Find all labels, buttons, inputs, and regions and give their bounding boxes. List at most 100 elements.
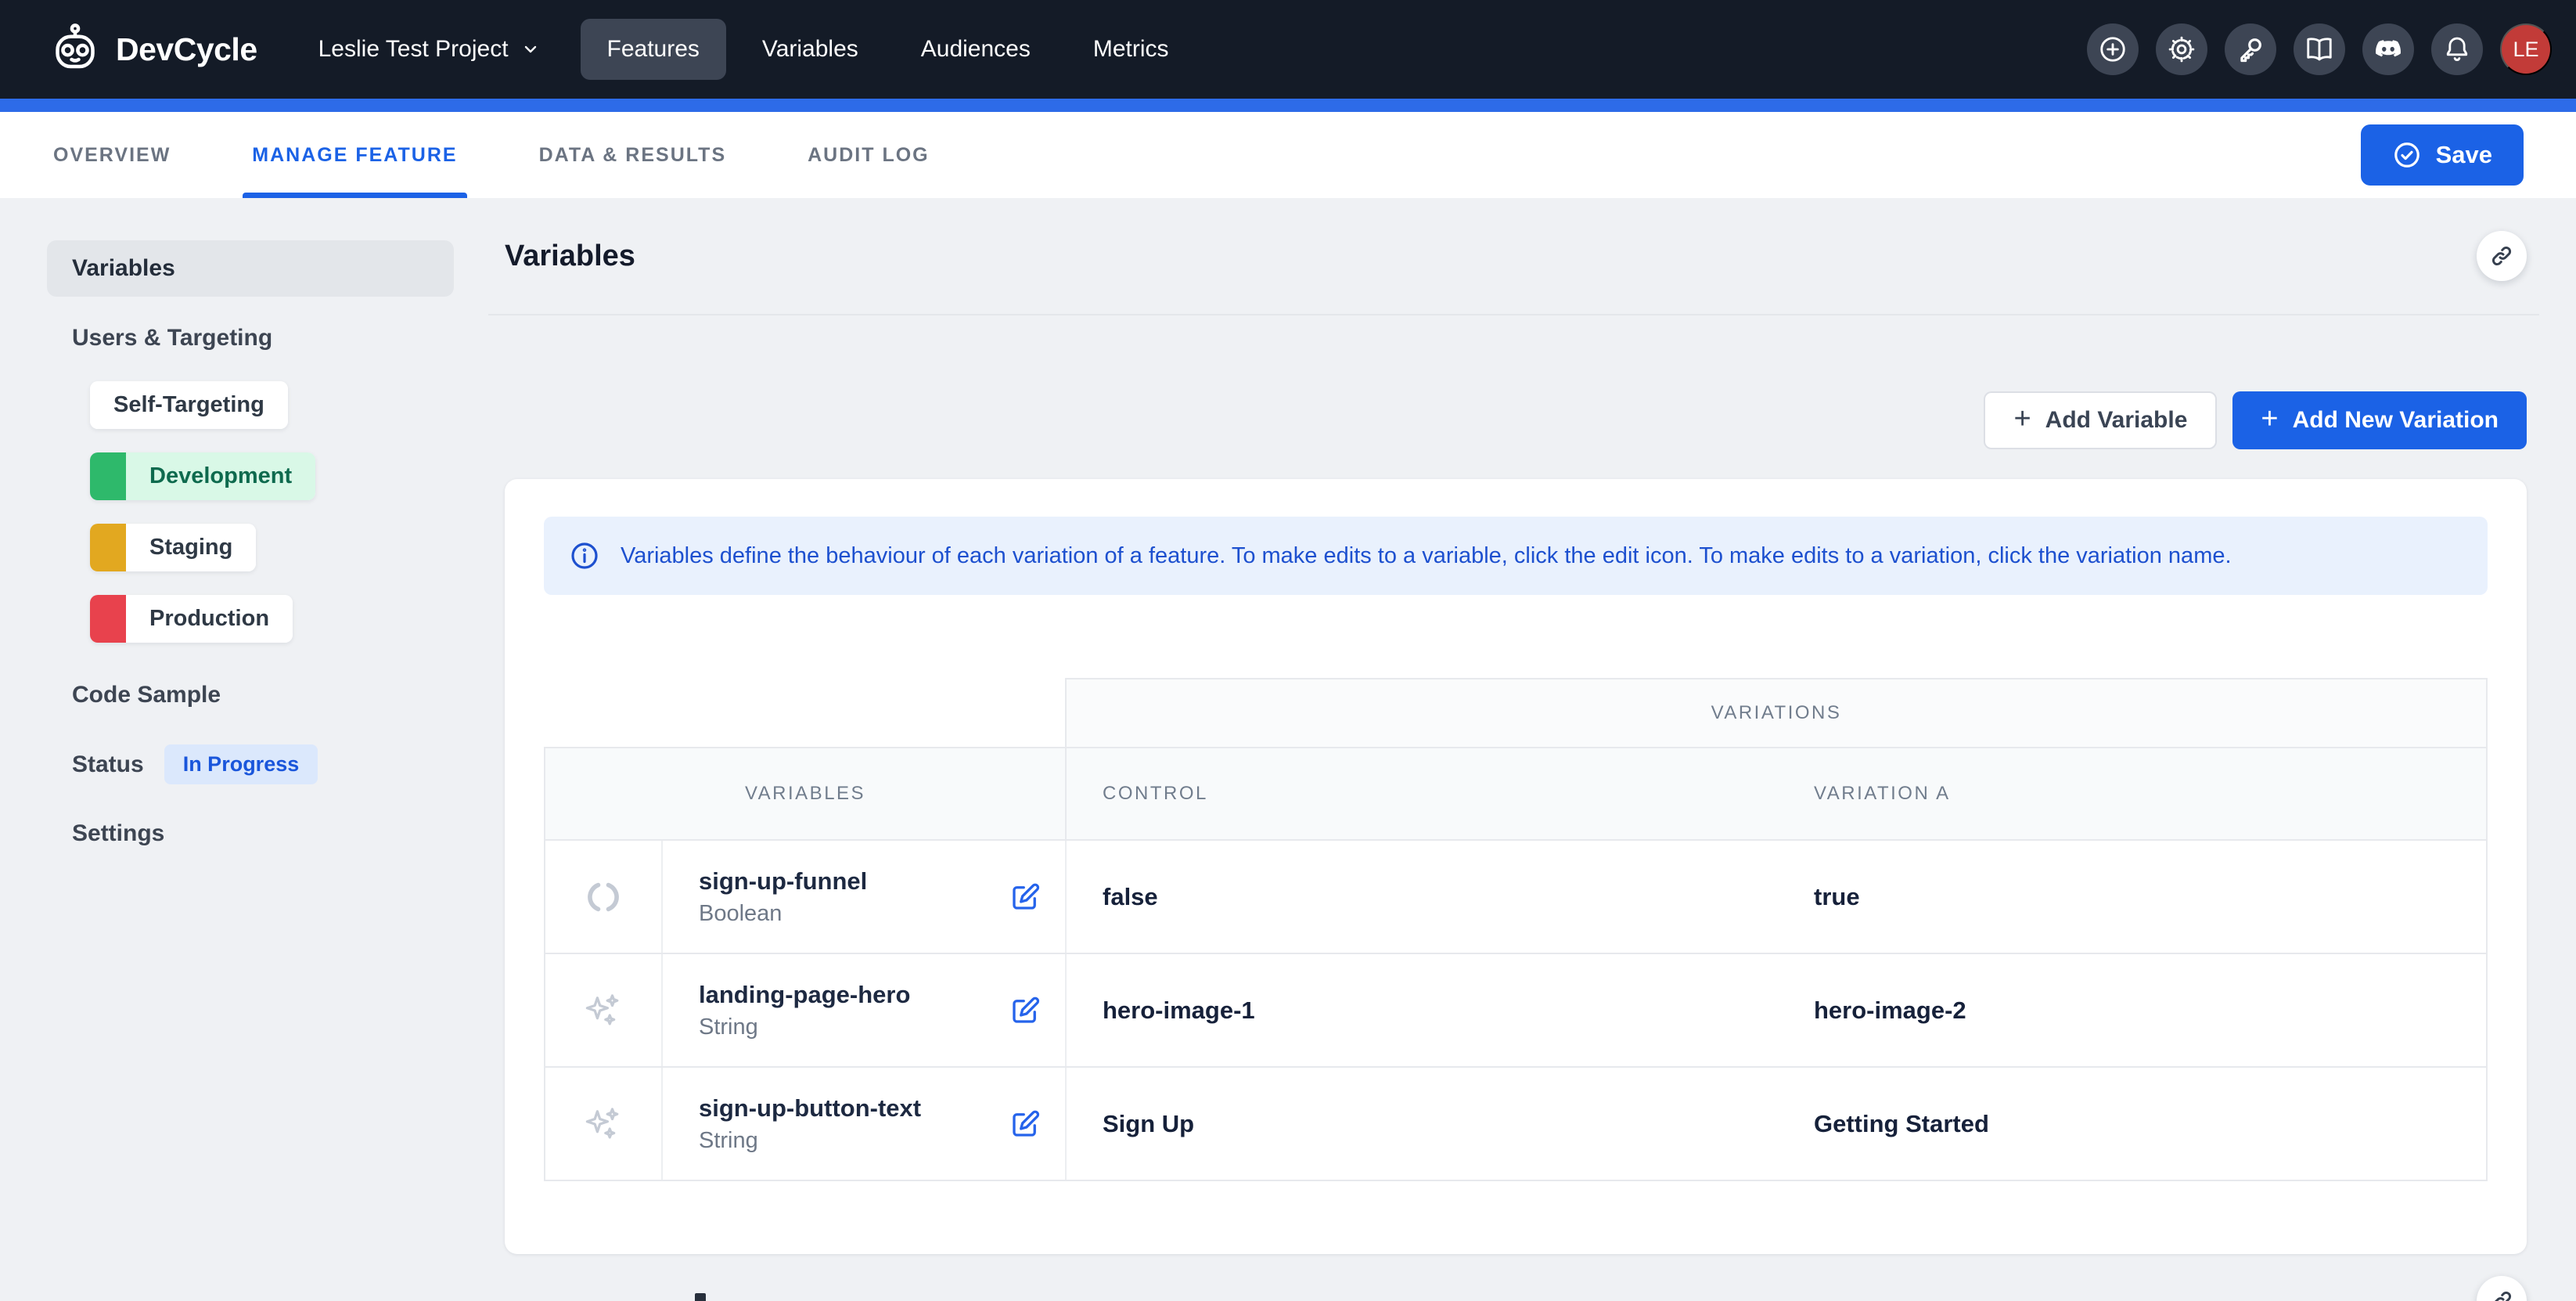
variable-name-block: sign-up-button-text String (699, 1094, 1007, 1154)
sidebar-item-environment-development[interactable]: Development (90, 452, 315, 500)
sidebar-item-environment-production[interactable]: Production (90, 595, 293, 643)
page-title: Variables (505, 240, 635, 273)
nav-item-variables[interactable]: Variables (736, 19, 885, 80)
string-type-sparkles-icon (583, 1104, 624, 1144)
boolean-type-icon (583, 877, 624, 917)
nav-item-metrics[interactable]: Metrics (1067, 19, 1196, 80)
string-type-sparkles-icon (583, 990, 624, 1031)
variable-type: String (699, 1128, 1007, 1154)
status-label: Status (47, 751, 144, 778)
settings-gear-icon (2167, 34, 2196, 64)
variable-name-block: landing-page-hero String (699, 981, 1007, 1040)
edit-variable-button[interactable] (1007, 879, 1043, 915)
api-keys-button[interactable] (2225, 23, 2276, 75)
info-banner: Variables define the behaviour of each v… (544, 517, 2488, 595)
add-variable-button[interactable]: + Add Variable (1984, 391, 2217, 449)
variable-type: Boolean (699, 901, 1007, 927)
edit-variable-button[interactable] (1007, 993, 1043, 1029)
add-new-variation-button[interactable]: + Add New Variation (2232, 391, 2527, 449)
control-value[interactable]: hero-image-1 (1067, 954, 1778, 1066)
discord-button[interactable] (2362, 23, 2414, 75)
manage-feature-page: Variables Users & Targeting Self-Targeti… (0, 198, 2576, 1301)
variable-name-cell: landing-page-hero String (663, 954, 1067, 1066)
table-row: landing-page-hero String hero-image-1 he… (544, 954, 2488, 1068)
table-row: sign-up-button-text String Sign Up Getti… (544, 1068, 2488, 1181)
variable-type-cell (545, 1068, 663, 1180)
variable-name: landing-page-hero (699, 981, 1007, 1009)
next-section-peek (488, 1276, 2539, 1301)
nav-item-audiences[interactable]: Audiences (894, 19, 1057, 80)
add-variable-label: Add Variable (2045, 407, 2188, 434)
section-link-button[interactable] (2477, 1276, 2527, 1301)
sidebar-item-settings[interactable]: Settings (47, 820, 454, 847)
status-badge[interactable]: In Progress (164, 744, 318, 784)
notifications-bell-icon (2442, 34, 2472, 64)
tab-audit-log[interactable]: AUDIT LOG (798, 112, 939, 198)
variables-card: Variables define the behaviour of each v… (505, 479, 2527, 1254)
variations-group-row: VARIATIONS (544, 678, 2488, 747)
tab-data-results[interactable]: DATA & RESULTS (530, 112, 736, 198)
chevron-down-icon (521, 40, 540, 59)
edit-pencil-icon (1009, 1108, 1042, 1141)
docs-book-button[interactable] (2294, 23, 2345, 75)
variable-name-block: sign-up-funnel Boolean (699, 867, 1007, 927)
navbar-actions: LE (2087, 23, 2552, 75)
project-selector-label: Leslie Test Project (318, 36, 509, 63)
development-label: Development (126, 452, 315, 500)
group-spacer (544, 678, 1065, 747)
sidebar-item-self-targeting[interactable]: Self-Targeting (90, 381, 288, 429)
sidebar-item-code-sample[interactable]: Code Sample (47, 682, 454, 708)
sidebar-item-variables[interactable]: Variables (47, 240, 454, 297)
link-icon (2488, 1288, 2515, 1301)
settings-gear-button[interactable] (2156, 23, 2207, 75)
development-color-swatch (90, 452, 126, 500)
add-new-variation-label: Add New Variation (2293, 407, 2499, 434)
devcycle-robot-logo-icon (47, 21, 103, 77)
variation-a-value[interactable]: hero-image-2 (1778, 954, 2489, 1066)
devcycle-brand[interactable]: DevCycle (47, 21, 257, 77)
tab-overview[interactable]: OVERVIEW (44, 112, 180, 198)
control-value[interactable]: Sign Up (1067, 1068, 1778, 1180)
column-header-control: CONTROL (1067, 748, 1778, 839)
table-header-row: VARIABLES CONTROL VARIATION A (544, 747, 2488, 841)
control-value[interactable]: false (1067, 841, 1778, 953)
table-row: sign-up-funnel Boolean false true (544, 841, 2488, 954)
variable-name-cell: sign-up-button-text String (663, 1068, 1067, 1180)
sidebar-item-environment-staging[interactable]: Staging (90, 524, 256, 571)
variable-type-cell (545, 954, 663, 1066)
sidebar-item-users-targeting[interactable]: Users & Targeting (47, 325, 454, 351)
section-link-button[interactable] (2477, 231, 2527, 281)
nav-item-features[interactable]: Features (581, 19, 726, 80)
edit-pencil-icon (1009, 994, 1042, 1027)
notifications-bell-button[interactable] (2431, 23, 2483, 75)
save-button[interactable]: Save (2361, 124, 2524, 186)
link-icon (2488, 243, 2515, 269)
plus-icon: + (2261, 404, 2278, 434)
production-color-swatch (90, 595, 126, 643)
docs-book-icon (2304, 34, 2334, 64)
variations-group-header: VARIATIONS (1065, 678, 2488, 747)
project-selector[interactable]: Leslie Test Project (314, 35, 545, 63)
edit-variable-button[interactable] (1007, 1106, 1043, 1142)
feature-sidebar: Variables Users & Targeting Self-Targeti… (47, 240, 454, 847)
tab-manage-feature[interactable]: MANAGE FEATURE (243, 112, 466, 198)
next-section-heading-peek (695, 1293, 706, 1301)
variable-name: sign-up-funnel (699, 867, 1007, 896)
feature-tabs-bar: OVERVIEW MANAGE FEATURE DATA & RESULTS A… (0, 112, 2576, 198)
production-label: Production (126, 595, 293, 643)
user-avatar[interactable]: LE (2500, 23, 2552, 75)
variables-actions: + Add Variable + Add New Variation (488, 391, 2539, 449)
top-navigation: DevCycle Leslie Test Project Features Va… (0, 0, 2576, 99)
brand-name: DevCycle (116, 31, 257, 68)
section-header: Variables (488, 198, 2539, 315)
api-keys-key-icon (2236, 34, 2265, 64)
primary-nav: Features Variables Audiences Metrics (581, 19, 1196, 80)
staging-label: Staging (126, 524, 256, 571)
save-button-label: Save (2436, 141, 2492, 169)
variation-a-value[interactable]: true (1778, 841, 2489, 953)
self-targeting-label: Self-Targeting (90, 381, 288, 429)
variation-a-value[interactable]: Getting Started (1778, 1068, 2489, 1180)
add-circle-button[interactable] (2087, 23, 2139, 75)
info-banner-text: Variables define the behaviour of each v… (621, 543, 2232, 569)
plus-icon: + (2013, 404, 2031, 434)
